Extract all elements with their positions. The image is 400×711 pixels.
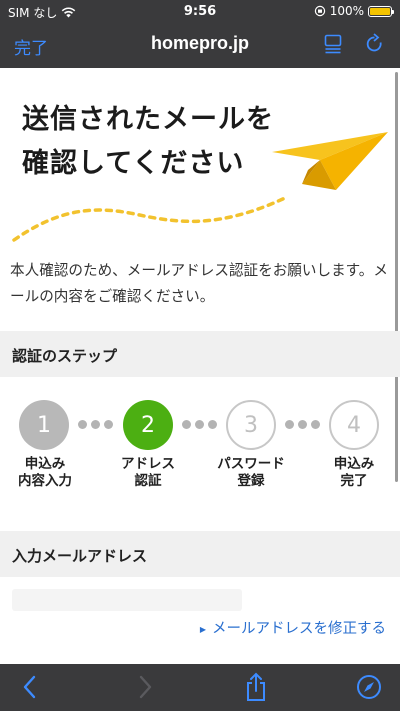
email-section: ▶ メールアドレスを修正する — [0, 577, 400, 664]
browser-toolbar — [0, 664, 400, 711]
step-connector-dots — [78, 420, 113, 429]
step-connector-dots — [285, 420, 320, 429]
status-bar: SIM なし 9:56 100% — [0, 0, 400, 24]
reader-icon[interactable] — [324, 34, 342, 54]
back-icon[interactable] — [22, 674, 38, 700]
share-icon[interactable] — [244, 672, 268, 702]
step-connector-dots — [182, 420, 217, 429]
battery-icon — [368, 5, 394, 17]
step-circle-2: 2 — [123, 400, 173, 450]
edit-email-link-text: メールアドレスを修正する — [212, 621, 386, 637]
email-section-header: 入力メールアドレス — [0, 531, 400, 577]
compass-icon[interactable] — [356, 674, 382, 700]
step-label-2: アドレス 認証 — [121, 456, 175, 489]
email-value-redacted — [12, 589, 242, 611]
email-section-title: 入力メールアドレス — [12, 547, 148, 565]
page-title: 送信されたメールを 確認してください — [22, 98, 274, 186]
intro-text: 本人確認のため、メールアドレス認証をお願いします。メールの内容をご確認ください。 — [10, 262, 388, 305]
battery-percent: 100% — [329, 4, 364, 18]
triangle-right-icon: ▶ — [199, 624, 206, 634]
edit-email-link[interactable]: ▶ メールアドレスを修正する — [200, 617, 386, 638]
web-content[interactable]: 送信されたメールを 確認してください 本人確認のため、メールアドレス認証をお願い… — [0, 68, 400, 664]
steps-section-header: 認証のステップ — [0, 331, 400, 377]
page-title-line1: 送信されたメールを — [22, 104, 274, 135]
step-circle-3: 3 — [226, 400, 276, 450]
step-label-1: 申込み 内容入力 — [18, 456, 72, 489]
browser-navbar: 完了 homepro.jp — [0, 24, 400, 68]
step-label-4: 申込み 完了 — [333, 456, 375, 489]
step-label-3: パスワード 登録 — [217, 456, 285, 489]
forward-icon[interactable] — [137, 674, 153, 700]
dashed-trail-decoration — [12, 196, 287, 242]
reload-icon[interactable] — [366, 33, 384, 55]
steps-section-title: 認証のステップ — [12, 347, 118, 365]
status-right: 100% — [314, 4, 394, 18]
orientation-lock-icon — [314, 5, 325, 17]
step-circle-4: 4 — [329, 400, 379, 450]
step-circle-1: 1 — [19, 400, 69, 450]
steps-indicator: 1 2 3 4 申込み 内容入力 アドレス 認証 パスワード 登録 申込み 完了 — [0, 400, 400, 510]
